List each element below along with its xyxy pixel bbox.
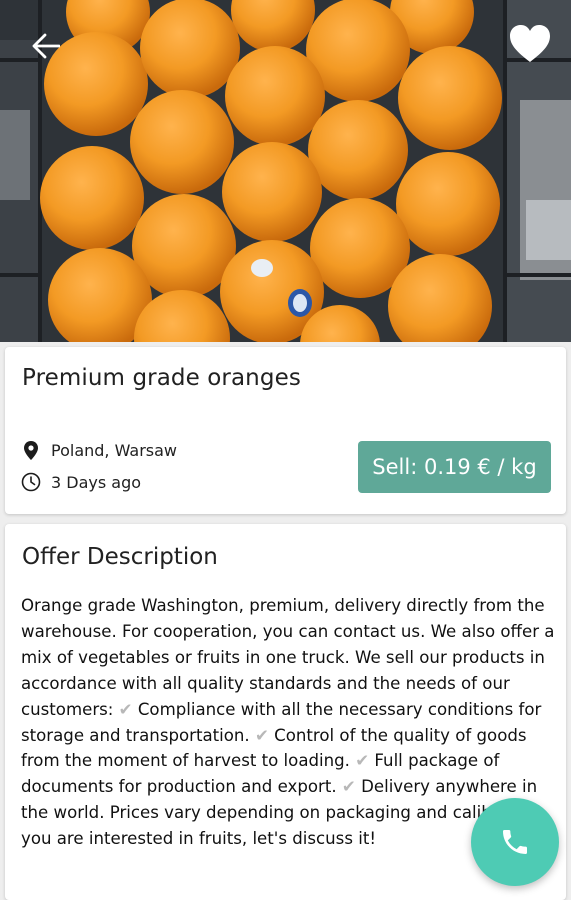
heart-icon	[510, 25, 550, 62]
location-text: Poland, Warsaw	[51, 440, 177, 460]
product-summary-card: Premium grade oranges Poland, Warsaw 3 D…	[5, 347, 566, 514]
product-title: Premium grade oranges	[22, 365, 301, 391]
price-badge: Sell: 0.19 € / kg	[358, 441, 551, 493]
oranges-crate-image	[0, 0, 571, 342]
description-heading: Offer Description	[22, 544, 218, 570]
favorite-button[interactable]	[505, 20, 555, 68]
clock-icon	[21, 472, 41, 492]
phone-icon	[503, 830, 527, 854]
product-photo	[0, 0, 571, 342]
map-pin-icon	[21, 440, 41, 460]
arrow-left-icon	[32, 33, 60, 59]
check-icon: ✔	[118, 699, 133, 719]
description-text: Orange grade Washington, premium, delive…	[21, 593, 555, 852]
check-icon: ✔	[341, 777, 356, 797]
check-icon: ✔	[254, 725, 269, 745]
location-row: Poland, Warsaw	[21, 440, 177, 460]
posted-text: 3 Days ago	[51, 472, 142, 492]
check-icon: ✔	[355, 751, 370, 771]
back-button[interactable]	[24, 26, 68, 66]
call-button[interactable]	[471, 798, 559, 886]
posted-row: 3 Days ago	[21, 472, 141, 492]
